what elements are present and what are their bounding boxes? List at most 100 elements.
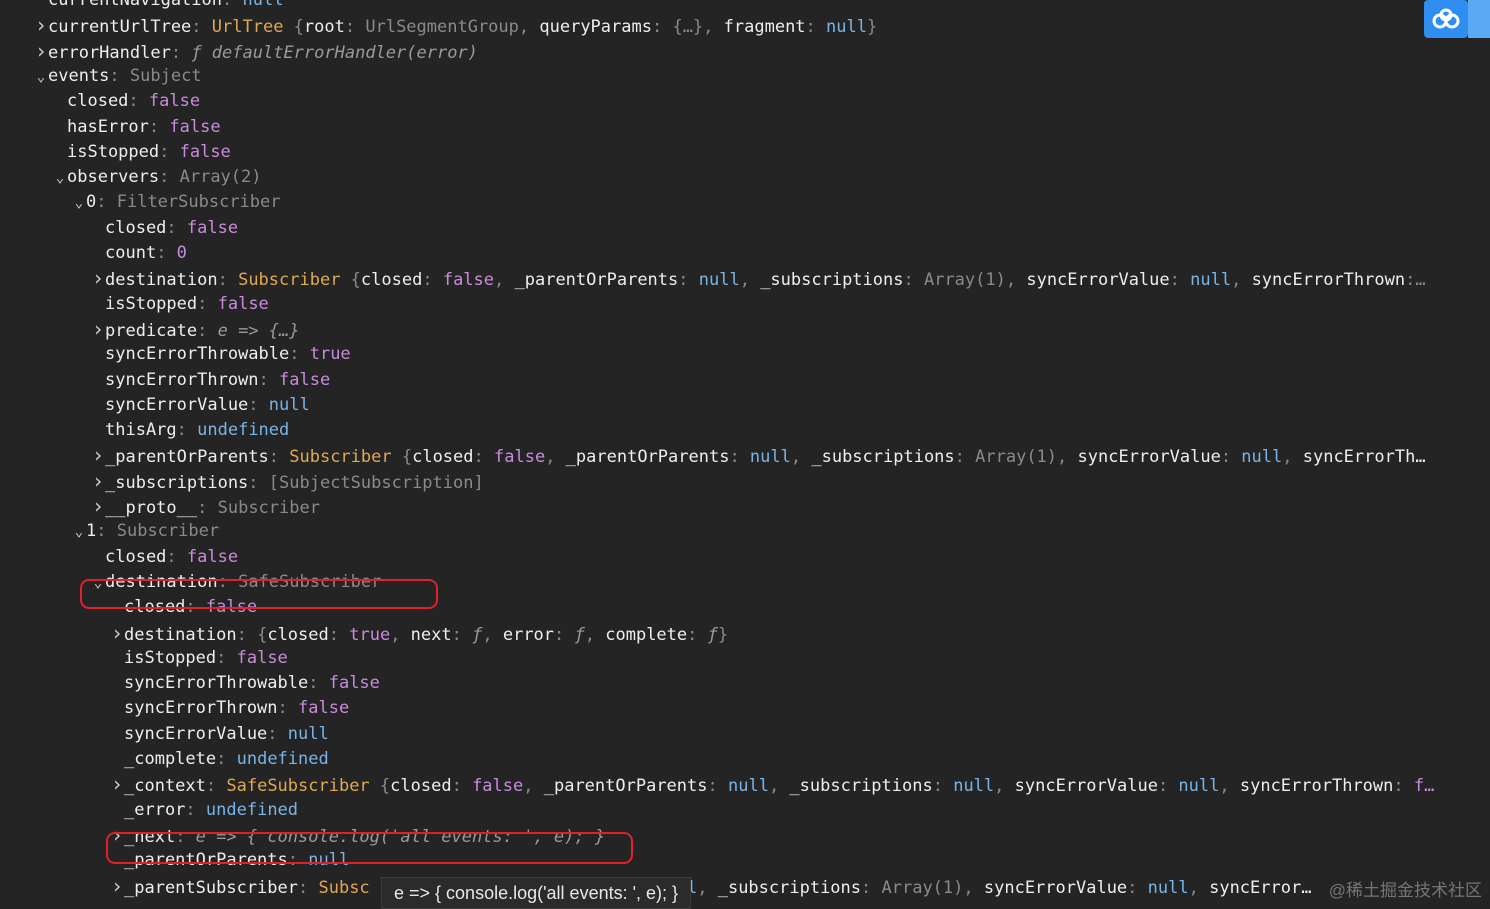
tree-row: currentNavigation: null [34,0,1490,13]
property-key: destination [105,270,218,291]
collapsed-arrow-icon[interactable]: › [91,494,105,519]
property-value: { [257,624,268,645]
expanded-arrow-icon[interactable]: ⌄ [72,520,86,544]
property-value: : [166,217,187,238]
collapsed-arrow-icon[interactable]: › [91,266,105,291]
property-value: : [451,776,473,797]
property-key: isStopped [124,647,217,668]
collapsed-arrow-icon[interactable]: › [91,469,105,494]
property-value: false [148,91,201,112]
property-key: 1 [86,521,97,542]
property-value: : [205,776,227,797]
tree-row[interactable]: ›destination: {closed: true, next: ƒ, er… [110,621,1490,646]
property-value: , [963,877,984,898]
property-value: null [268,394,310,415]
property-value: : [554,624,575,645]
property-key: fragment [723,17,806,38]
property-value: undefined [197,420,290,441]
property-value: false [328,673,380,694]
property-key: _parentOrParents [124,850,288,871]
property-value: { [391,447,413,468]
tree-row: closed: false [53,89,1490,114]
property-value: } [717,624,729,645]
collapsed-arrow-icon[interactable]: › [34,13,48,38]
property-value: false [205,597,258,618]
tree-row[interactable]: ›destination: Subscriber {closed: false,… [91,266,1490,291]
expanded-arrow-icon[interactable]: ⌄ [53,166,67,190]
expanded-arrow-icon[interactable]: ⌄ [72,191,86,215]
tree-row[interactable]: ⌄ observers: Array(2) [53,165,1490,190]
collapsed-arrow-icon[interactable]: › [91,317,105,342]
tree-row[interactable]: ⌄ destination: SafeSubscriber [91,570,1490,595]
property-value: : [954,447,976,468]
tree-row[interactable]: ›_next: e => { console.log('all events: … [110,823,1490,848]
tree-row[interactable]: ›predicate: e => {…} [91,317,1490,342]
tree-row[interactable]: ›errorHandler: ƒ defaultErrorHandler(err… [34,39,1490,64]
tree-row[interactable]: ⌄ 0: FilterSubscriber [72,190,1490,215]
property-value: : [1220,447,1242,468]
property-value: true [349,624,391,645]
property-value: ƒ [707,624,718,645]
tree-row[interactable]: ›__proto__: Subscriber [91,494,1490,519]
collapsed-arrow-icon[interactable]: › [110,621,124,646]
property-value: : [216,749,237,769]
collapsed-arrow-icon[interactable]: › [91,443,105,468]
tree-row[interactable]: ›_parentOrParents: Subscriber {closed: f… [91,443,1490,468]
property-value: FilterSubscriber [116,192,281,213]
property-key: error [502,624,555,645]
tree-row[interactable]: ⌄ events: Subject [34,64,1490,89]
tree-row: syncErrorValue: null [110,722,1490,747]
property-value: : [236,624,258,645]
property-key: observers [67,167,160,188]
property-value: , [494,270,515,291]
property-value: false [494,447,546,468]
property-value: , [482,624,503,645]
property-value: : [1393,776,1414,797]
function-tooltip: e => { console.log('all events: ', e); } [381,877,692,909]
tree-row: syncErrorThrown: false [91,368,1490,393]
tree-row[interactable]: ›_context: SafeSubscriber {closed: false… [110,772,1490,797]
expanded-arrow-icon[interactable]: ⌄ [34,65,48,89]
collapsed-arrow-icon[interactable]: › [110,823,124,848]
property-key: _parentOrParents [565,447,730,468]
tree-row: closed: false [110,595,1490,620]
property-key: closed [412,447,474,468]
property-value: : [197,498,218,518]
property-value: undefined [205,799,299,820]
property-key: queryParams [539,17,652,38]
tree-row: _error: undefined [110,798,1490,823]
cloud-icon[interactable] [1424,0,1468,38]
property-value: : [268,447,290,468]
property-value: , [518,17,540,38]
property-value: null [308,850,350,871]
tree-row: closed: false [91,216,1490,241]
property-value: , [790,447,812,468]
property-key: syncErrorValue [1077,447,1221,468]
property-value: : [170,42,192,63]
expanded-arrow-icon[interactable]: ⌄ [91,571,105,595]
property-value: : [308,673,329,694]
collapsed-arrow-icon[interactable]: › [110,874,124,899]
tree-row[interactable]: ⌄ 1: Subscriber [72,519,1490,544]
property-value: : [191,17,212,38]
property-value: : [277,698,299,719]
property-value: : [185,597,206,618]
property-key: syncErrorThrown [124,698,278,719]
property-key: _next [124,826,176,847]
property-value: : [903,270,924,291]
property-key: events [48,65,110,86]
property-value: false [472,776,524,797]
tree-row[interactable]: ›_subscriptions: [SubjectSubscription] [91,469,1490,494]
collapsed-arrow-icon[interactable]: › [34,39,48,64]
tree-row[interactable]: ›_parentSubscriber: Subsc Parents: null,… [110,874,1490,899]
property-value: Subsc [318,877,370,898]
tree-row[interactable]: ›currentUrlTree: UrlTree {root: UrlSegme… [34,13,1490,38]
collapsed-arrow-icon[interactable]: › [110,772,124,797]
property-key: _parentSubscriber [124,877,298,898]
property-key: _subscriptions [717,877,862,898]
side-panel-tab[interactable] [1468,0,1490,38]
property-value: : [217,571,239,592]
property-value: defaultErrorHandler(error) [211,42,478,63]
property-value: false [298,698,350,719]
watermark: @稀土掘金技术社区 [1328,881,1482,900]
